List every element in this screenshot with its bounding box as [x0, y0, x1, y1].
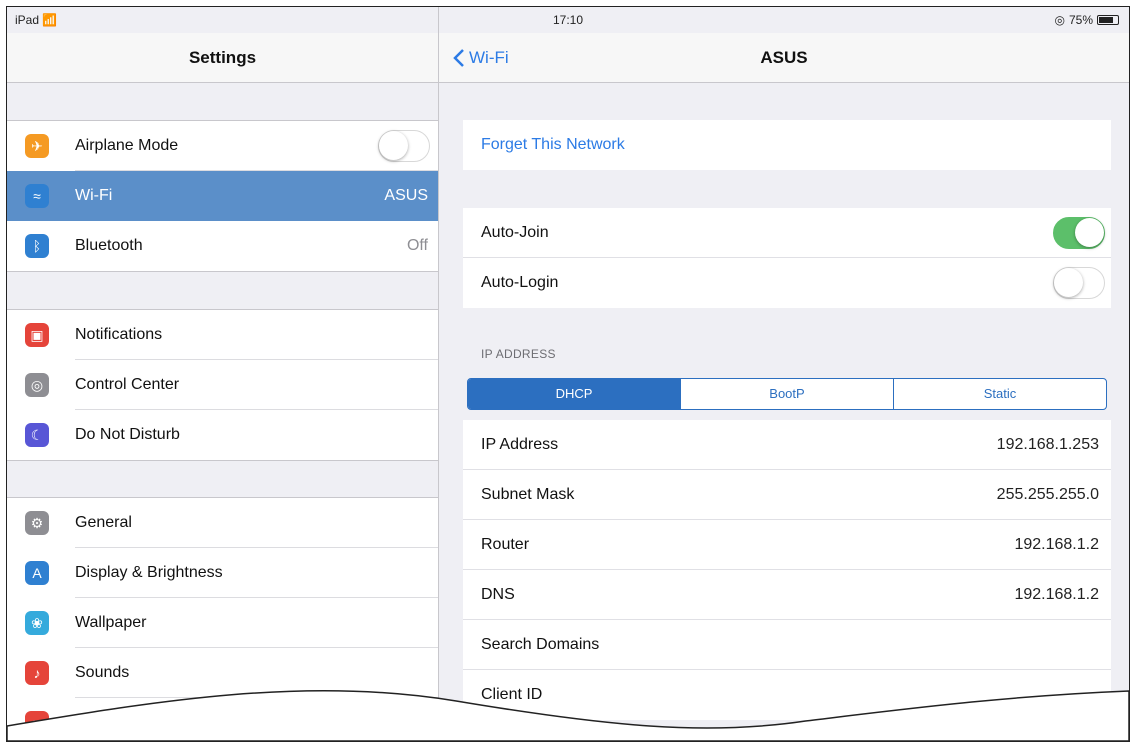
- torn-edge-decoration: [7, 689, 1129, 741]
- auto-options-card: Auto-Join Auto-Login: [463, 208, 1111, 308]
- ip-row-label: Subnet Mask: [481, 485, 575, 503]
- auto-join-label: Auto-Join: [481, 223, 549, 241]
- sidebar-item-notifications[interactable]: ▣ Notifications: [7, 310, 438, 360]
- status-battery: ◎ 75%: [1054, 13, 1119, 27]
- sidebar-item-value: ASUS: [384, 187, 428, 204]
- settings-group-connectivity: ✈ Airplane Mode ≈ Wi-Fi ASUS ᛒ Bluetooth Off: [7, 120, 438, 272]
- sidebar-item-airplane-mode[interactable]: ✈ Airplane Mode: [7, 121, 438, 171]
- auto-join-toggle[interactable]: [1053, 216, 1105, 249]
- ip-row-label: IP Address: [481, 435, 559, 453]
- sidebar-item-label: General: [75, 498, 438, 548]
- auto-login-label: Auto-Login: [481, 274, 559, 291]
- wifi-detail-pane: Wi-Fi ASUS Forget This Network Auto-Join…: [439, 7, 1129, 741]
- sidebar-item-wi-fi[interactable]: ≈ Wi-Fi ASUS: [7, 171, 438, 221]
- ip-row-ip-address[interactable]: IP Address 192.168.1.253: [463, 420, 1111, 470]
- gear-icon: ⚙: [25, 511, 49, 535]
- ip-mode-segmented-control: DHCP BootP Static: [467, 378, 1107, 410]
- sidebar-item-label: Display & Brightness: [75, 548, 438, 598]
- display-icon: A: [25, 561, 49, 585]
- status-time: 17:10: [552, 13, 584, 27]
- wallpaper-icon: ❀: [25, 611, 49, 635]
- sidebar-item-value: Off: [406, 237, 428, 254]
- control-center-icon: ◎: [25, 373, 49, 397]
- airplane-icon: ✈: [25, 134, 49, 158]
- settings-sidebar: Settings ✈ Airplane Mode ≈ Wi-Fi ASUS ᛒ Blueto…: [7, 7, 439, 741]
- sidebar-item-control-center[interactable]: ◎ Control Center: [7, 360, 438, 410]
- sidebar-item-label: Control Center: [75, 360, 438, 410]
- sidebar-title: Settings: [7, 33, 438, 83]
- forget-network-label: Forget This Network: [481, 136, 625, 153]
- status-bar: iPad 📶 17:10 ◎ 75%: [7, 7, 1129, 33]
- sidebar-item-general[interactable]: ⚙ General: [7, 498, 438, 548]
- ip-row-value: 192.168.1.253: [996, 435, 1099, 453]
- sidebar-item-do-not-disturb[interactable]: ☾ Do Not Disturb: [7, 410, 438, 460]
- ip-row-label: Search Domains: [481, 635, 600, 653]
- ip-row-search-domains[interactable]: Search Domains: [463, 620, 1111, 670]
- forget-network-button[interactable]: Forget This Network: [463, 120, 1111, 170]
- ip-row-subnet-mask[interactable]: Subnet Mask 255.255.255.0: [463, 470, 1111, 520]
- segment-dhcp[interactable]: DHCP: [468, 379, 680, 409]
- sidebar-item-bluetooth[interactable]: ᛒ Bluetooth Off: [7, 221, 438, 271]
- ip-details-card: IP Address 192.168.1.253 Subnet Mask 255.25…: [463, 420, 1111, 720]
- ip-row-label: Router: [481, 535, 530, 553]
- segment-static[interactable]: Static: [893, 379, 1106, 409]
- ip-row-dns[interactable]: DNS 192.168.1.2: [463, 570, 1111, 620]
- sidebar-item-display-brightness[interactable]: A Display & Brightness: [7, 548, 438, 598]
- sidebar-item-wallpaper[interactable]: ❀ Wallpaper: [7, 598, 438, 648]
- toggle-knob: [379, 131, 408, 160]
- sidebar-item-label: Do Not Disturb: [75, 426, 180, 443]
- toggle-knob: [1054, 268, 1083, 297]
- ipad-screen: Settings ✈ Airplane Mode ≈ Wi-Fi ASUS ᛒ Blueto…: [6, 6, 1130, 742]
- sidebar-item-label: Notifications: [75, 310, 438, 360]
- ip-address-section-title: IP ADDRESS: [481, 347, 556, 361]
- ip-row-value: 255.255.255.0: [996, 485, 1099, 503]
- page-title: ASUS: [760, 48, 808, 67]
- auto-login-toggle[interactable]: [1053, 267, 1105, 299]
- toggle-knob: [1075, 217, 1104, 247]
- detail-nav-bar: Wi-Fi ASUS: [439, 33, 1129, 83]
- segment-bootp[interactable]: BootP: [680, 379, 893, 409]
- auto-login-row: Auto-Login: [463, 258, 1111, 308]
- moon-icon: ☾: [25, 423, 49, 447]
- notifications-icon: ▣: [25, 323, 49, 347]
- wifi-icon: ≈: [25, 184, 49, 208]
- bluetooth-icon: ᛒ: [25, 234, 49, 258]
- ip-row-label: DNS: [481, 585, 515, 603]
- ip-row-value: 192.168.1.2: [1014, 535, 1099, 553]
- battery-icon: [1097, 15, 1119, 25]
- battery-percent: 75%: [1068, 13, 1093, 27]
- airplane-mode-toggle[interactable]: [378, 130, 430, 162]
- ip-row-value: 192.168.1.2: [1014, 585, 1099, 603]
- ip-row-router[interactable]: Router 192.168.1.2: [463, 520, 1111, 570]
- sidebar-item-label: Wallpaper: [75, 598, 438, 648]
- auto-join-row: Auto-Join: [463, 208, 1111, 258]
- battery-fill: [1099, 17, 1113, 23]
- settings-group-alerts: ▣ Notifications ◎ Control Center ☾ Do Not Dis…: [7, 309, 438, 461]
- sidebar-item-label: Bluetooth: [75, 237, 143, 254]
- forget-card: Forget This Network: [463, 120, 1111, 170]
- orientation-lock-icon: ◎: [1054, 13, 1065, 27]
